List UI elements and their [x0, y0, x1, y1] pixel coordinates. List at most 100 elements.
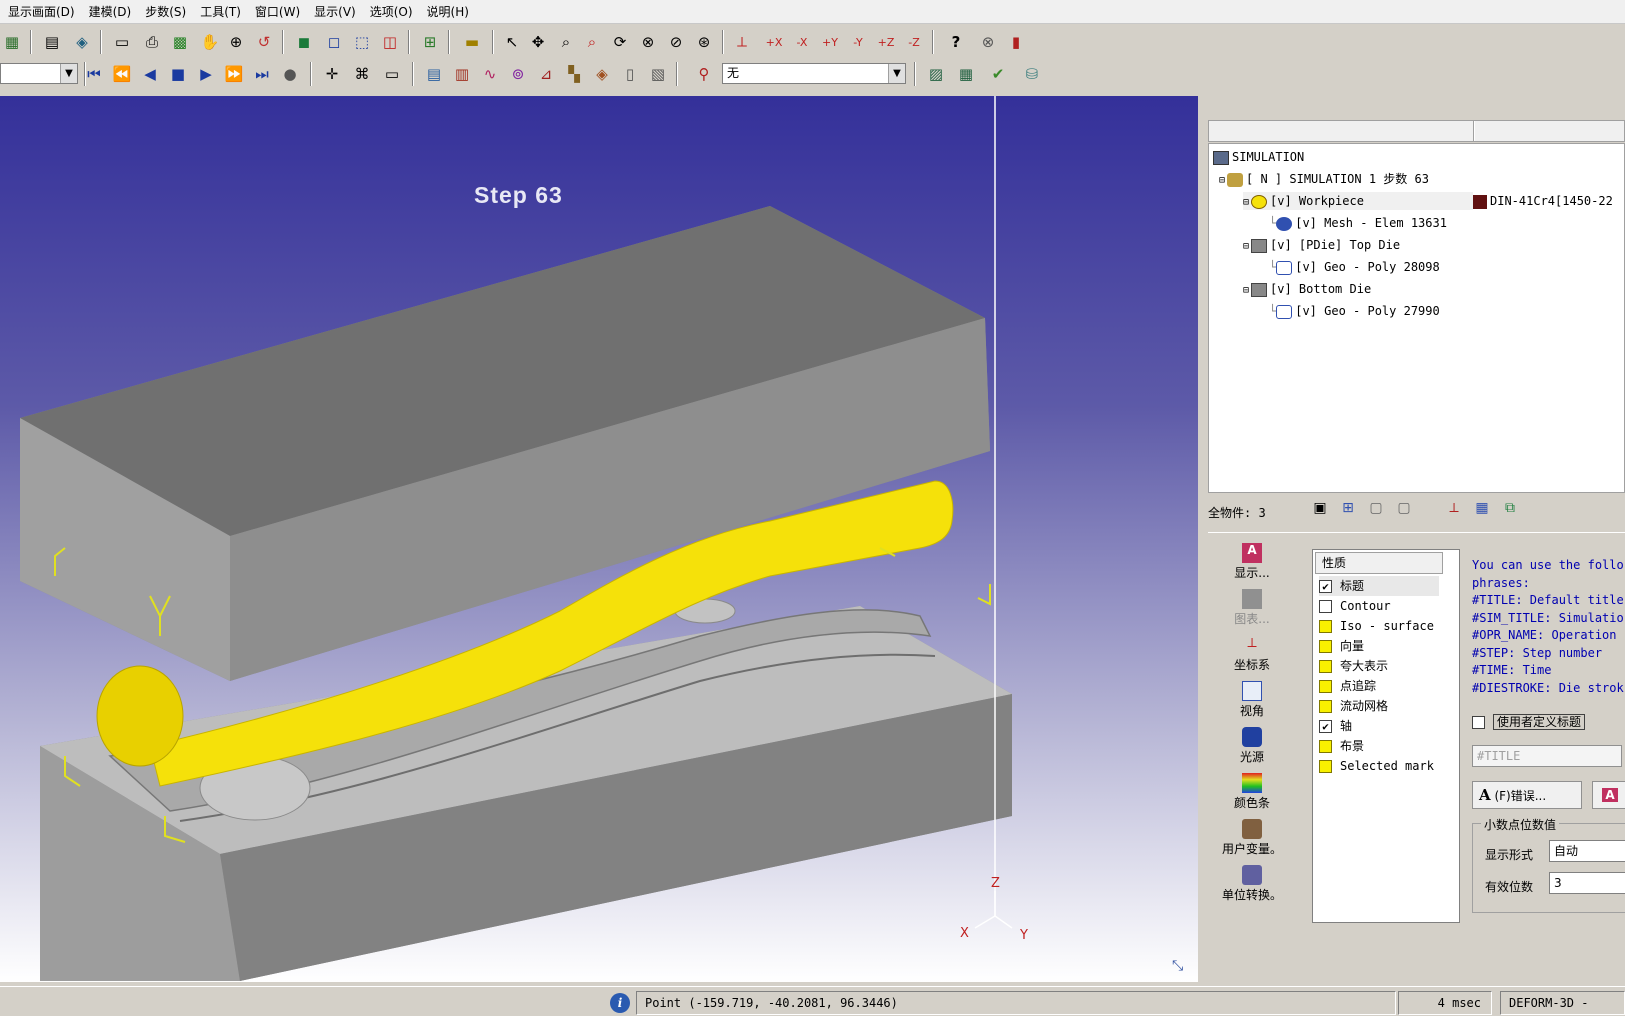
step-select[interactable]: ▼: [0, 63, 78, 84]
menu-display[interactable]: 显示画面(D): [8, 3, 75, 20]
tree-top-die[interactable]: ⊟ [v] [PDie] Top Die: [1243, 236, 1400, 254]
hand-icon[interactable]: ✋: [198, 30, 222, 54]
target-icon[interactable]: ⊕: [224, 30, 248, 54]
menu-modeling[interactable]: 建模(D): [89, 3, 132, 20]
title-input[interactable]: #TITLE: [1472, 745, 1622, 767]
rotate-y-icon[interactable]: ⊘: [664, 30, 688, 54]
menu-window[interactable]: 窗口(W): [255, 3, 300, 20]
significant-digits-input[interactable]: 3: [1549, 872, 1625, 894]
menu-tools[interactable]: 工具(T): [200, 3, 241, 20]
corner-resize-icon[interactable]: ⤡: [1172, 958, 1188, 974]
property-checkbox[interactable]: [1319, 680, 1332, 693]
property-item[interactable]: 夸大表示: [1319, 656, 1388, 676]
iso-view-icon[interactable]: ⟂: [730, 30, 754, 54]
close-icon[interactable]: ⊗: [976, 30, 1000, 54]
tree-mesh[interactable]: └ [v] Mesh - Elem 13631: [1269, 214, 1447, 232]
display-button[interactable]: A 显示...: [1212, 541, 1292, 585]
custom-title-checkbox[interactable]: [1472, 716, 1485, 729]
font-button[interactable]: A (F)错误...: [1472, 781, 1582, 809]
rotate-icon[interactable]: ⟳: [608, 30, 632, 54]
rotate-z-icon[interactable]: ⊛: [692, 30, 716, 54]
property-item[interactable]: 向量: [1319, 636, 1364, 656]
rewind-icon[interactable]: ⏪: [110, 62, 134, 86]
fast-forward-icon[interactable]: ⏩: [222, 62, 246, 86]
zoom-icon[interactable]: ⌕: [554, 30, 578, 54]
rotate-x-icon[interactable]: ⊗: [636, 30, 660, 54]
show-icon[interactable]: ▢: [1394, 500, 1414, 520]
property-item[interactable]: ✔ 轴: [1319, 716, 1352, 736]
tree-bottom-die[interactable]: ⊟ [v] Bottom Die: [1243, 280, 1371, 298]
property-checkbox[interactable]: ✔: [1319, 720, 1332, 733]
first-step-icon[interactable]: ⏮: [82, 62, 106, 86]
report-icon[interactable]: ▨: [924, 62, 948, 86]
display-variable-select[interactable]: 无 ▼: [722, 63, 906, 84]
minus-y-view-icon[interactable]: -Y: [846, 30, 870, 54]
tree-top-geo[interactable]: └ [v] Geo - Poly 28098: [1269, 258, 1440, 276]
last-step-icon[interactable]: ⏭: [250, 62, 274, 86]
tree-bottom-geo[interactable]: └ [v] Geo - Poly 27990: [1269, 302, 1440, 320]
summary-icon[interactable]: ▤: [422, 62, 446, 86]
mesh-display-icon[interactable]: ⊞: [1338, 500, 1358, 520]
printer-icon[interactable]: ⎙: [140, 30, 164, 54]
tree-material[interactable]: DIN-41Cr4[1450-22: [1473, 192, 1613, 210]
zoom-box-icon[interactable]: ⌕: [580, 30, 604, 54]
tree-root[interactable]: SIMULATION: [1213, 148, 1304, 166]
property-checkbox[interactable]: [1319, 620, 1332, 633]
pan-icon[interactable]: ✥: [526, 30, 550, 54]
add-object-icon[interactable]: ⊞: [418, 30, 442, 54]
plus-y-view-icon[interactable]: +Y: [818, 30, 842, 54]
property-checkbox[interactable]: [1319, 740, 1332, 753]
node-select-icon[interactable]: ✛: [320, 62, 344, 86]
light-source-button[interactable]: 光源: [1212, 725, 1292, 769]
exit-icon[interactable]: ▮: [1004, 30, 1028, 54]
shade-view-icon[interactable]: ◫: [378, 30, 402, 54]
color-bar-button[interactable]: 颜色条: [1212, 771, 1292, 815]
pointer-icon[interactable]: ↖: [500, 30, 524, 54]
element-select-icon[interactable]: ⌘: [350, 62, 374, 86]
color-button[interactable]: A: [1592, 781, 1625, 809]
menu-view[interactable]: 显示(V): [314, 3, 356, 20]
database-icon[interactable]: ⛁: [1020, 62, 1044, 86]
check-icon[interactable]: ✔: [986, 62, 1010, 86]
record-icon[interactable]: ●: [278, 62, 302, 86]
property-checkbox[interactable]: [1319, 760, 1332, 773]
axis-display-icon[interactable]: ⟂: [1444, 500, 1464, 520]
context-help-icon[interactable]: ?: [944, 30, 968, 54]
coordinate-system-button[interactable]: ⟂ 坐标系: [1212, 633, 1292, 677]
flow-icon[interactable]: ⊚: [506, 62, 530, 86]
solid-view-icon[interactable]: ◼: [292, 30, 316, 54]
next-step-icon[interactable]: ▶: [194, 62, 218, 86]
slice-icon[interactable]: ▚: [562, 62, 586, 86]
property-item[interactable]: Iso - surface: [1319, 616, 1434, 636]
property-checkbox[interactable]: [1319, 700, 1332, 713]
property-item[interactable]: Selected mark: [1319, 756, 1434, 776]
chart-button[interactable]: 图表...: [1212, 587, 1292, 631]
layout-icon[interactable]: ▤: [40, 30, 64, 54]
user-variable-button[interactable]: 用户变量。: [1212, 817, 1292, 861]
property-item[interactable]: ✔ 标题: [1319, 576, 1439, 596]
menu-help[interactable]: 说明(H): [427, 3, 469, 20]
property-checkbox[interactable]: ✔: [1319, 580, 1332, 593]
solid-display-icon[interactable]: ▣: [1310, 500, 1330, 520]
curve-icon[interactable]: ∿: [478, 62, 502, 86]
property-checkbox[interactable]: [1319, 600, 1332, 613]
reset-icon[interactable]: ↺: [252, 30, 276, 54]
custom-title-option[interactable]: 使用者定义标题: [1472, 713, 1586, 730]
property-item[interactable]: 布景: [1319, 736, 1364, 756]
copy-icon[interactable]: ⧉: [1500, 500, 1520, 520]
grid-icon[interactable]: ▦: [1472, 500, 1492, 520]
display-format-select[interactable]: 自动: [1549, 840, 1625, 862]
minus-z-view-icon[interactable]: -Z: [902, 30, 926, 54]
page-icon[interactable]: ▯: [618, 62, 642, 86]
property-item[interactable]: 点追踪: [1319, 676, 1376, 696]
table-icon[interactable]: ▦: [954, 62, 978, 86]
tree-workpiece[interactable]: ⊟ [v] Workpiece: [1243, 192, 1473, 210]
graph-icon[interactable]: ▥: [450, 62, 474, 86]
minus-x-view-icon[interactable]: -X: [790, 30, 814, 54]
property-checkbox[interactable]: [1319, 660, 1332, 673]
property-checkbox[interactable]: [1319, 640, 1332, 653]
chart-icon[interactable]: ⊿: [534, 62, 558, 86]
unit-conversion-button[interactable]: 单位转换。: [1212, 863, 1292, 907]
export-icon[interactable]: ▧: [646, 62, 670, 86]
property-item[interactable]: Contour: [1319, 596, 1391, 616]
